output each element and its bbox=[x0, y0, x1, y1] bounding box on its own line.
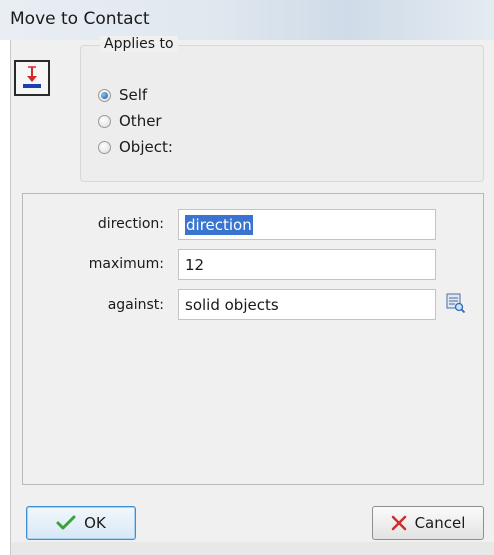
maximum-value: 12 bbox=[185, 256, 205, 274]
ok-button-label: OK bbox=[84, 514, 106, 532]
checkmark-icon bbox=[56, 515, 76, 531]
close-icon bbox=[391, 515, 407, 531]
radio-object-label: Object: bbox=[119, 138, 173, 156]
against-field[interactable]: solid objects bbox=[178, 289, 436, 320]
against-value: solid objects bbox=[185, 296, 279, 314]
radio-other-button[interactable] bbox=[98, 114, 111, 128]
radio-other-label: Other bbox=[119, 112, 162, 130]
against-label: against: bbox=[107, 297, 164, 313]
radio-object[interactable]: Object: bbox=[98, 136, 173, 158]
maximum-field[interactable]: 12 bbox=[178, 249, 436, 280]
direction-value: direction bbox=[185, 215, 253, 235]
dialog-bottom-edge bbox=[10, 542, 494, 555]
radio-self[interactable]: Self bbox=[98, 84, 147, 106]
applies-to-legend: Applies to bbox=[100, 36, 178, 52]
radio-self-label: Self bbox=[119, 86, 148, 104]
title-bar: Move to Contact bbox=[0, 0, 494, 40]
radio-other[interactable]: Other bbox=[98, 110, 162, 132]
move-to-contact-icon bbox=[14, 60, 50, 96]
cancel-button[interactable]: Cancel bbox=[372, 506, 484, 540]
cancel-button-label: Cancel bbox=[414, 514, 466, 532]
direction-label: direction: bbox=[97, 216, 164, 232]
ok-button[interactable]: OK bbox=[26, 506, 136, 540]
move-to-contact-dialog: Move to Contact Applies to Self Other Ob… bbox=[0, 0, 494, 555]
object-picker-icon[interactable] bbox=[446, 292, 466, 314]
radio-self-button[interactable] bbox=[98, 88, 111, 102]
direction-field[interactable]: direction bbox=[178, 209, 436, 240]
maximum-label: maximum: bbox=[88, 256, 164, 272]
radio-object-button[interactable] bbox=[98, 140, 111, 154]
window-title: Move to Contact bbox=[10, 9, 150, 29]
